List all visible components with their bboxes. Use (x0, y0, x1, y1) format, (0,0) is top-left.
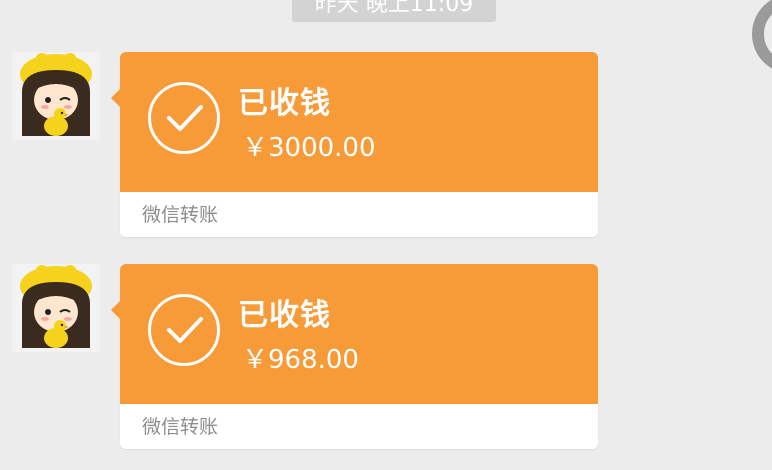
transfer-bubble[interactable]: 已收钱 ￥3000.00 微信转账 (111, 52, 598, 237)
avatar[interactable] (12, 264, 100, 352)
transfer-bubble-footer: 微信转账 (120, 192, 598, 237)
transfer-type-label: 微信转账 (142, 416, 219, 438)
avatar-girl-icon (12, 264, 100, 352)
transfer-bubble-header: 已收钱 ￥3000.00 (120, 52, 598, 192)
checkmark-circle-icon (148, 294, 220, 366)
floating-ring-icon[interactable] (752, 0, 772, 74)
avatar-girl-icon (12, 52, 100, 140)
timestamp-badge: 昨天 晚上11:09 (292, 0, 496, 22)
transfer-bubble-footer: 微信转账 (120, 404, 598, 449)
transfer-amount: ￥968.00 (242, 345, 359, 375)
checkmark-icon (167, 317, 203, 343)
transfer-bubble-header: 已收钱 ￥968.00 (120, 264, 598, 404)
transfer-type-label: 微信转账 (142, 204, 219, 226)
checkmark-icon (167, 105, 203, 131)
transfer-amount: ￥3000.00 (242, 133, 376, 163)
transfer-status-label: 已收钱 (238, 86, 331, 121)
transfer-status-label: 已收钱 (238, 298, 331, 333)
avatar[interactable] (12, 52, 100, 140)
transfer-bubble[interactable]: 已收钱 ￥968.00 微信转账 (111, 264, 598, 449)
chat-view: 昨天 晚上11:09 已收钱 ￥3000.00 微信转账 已收钱 ￥968.00… (0, 0, 772, 470)
checkmark-circle-icon (148, 82, 220, 154)
